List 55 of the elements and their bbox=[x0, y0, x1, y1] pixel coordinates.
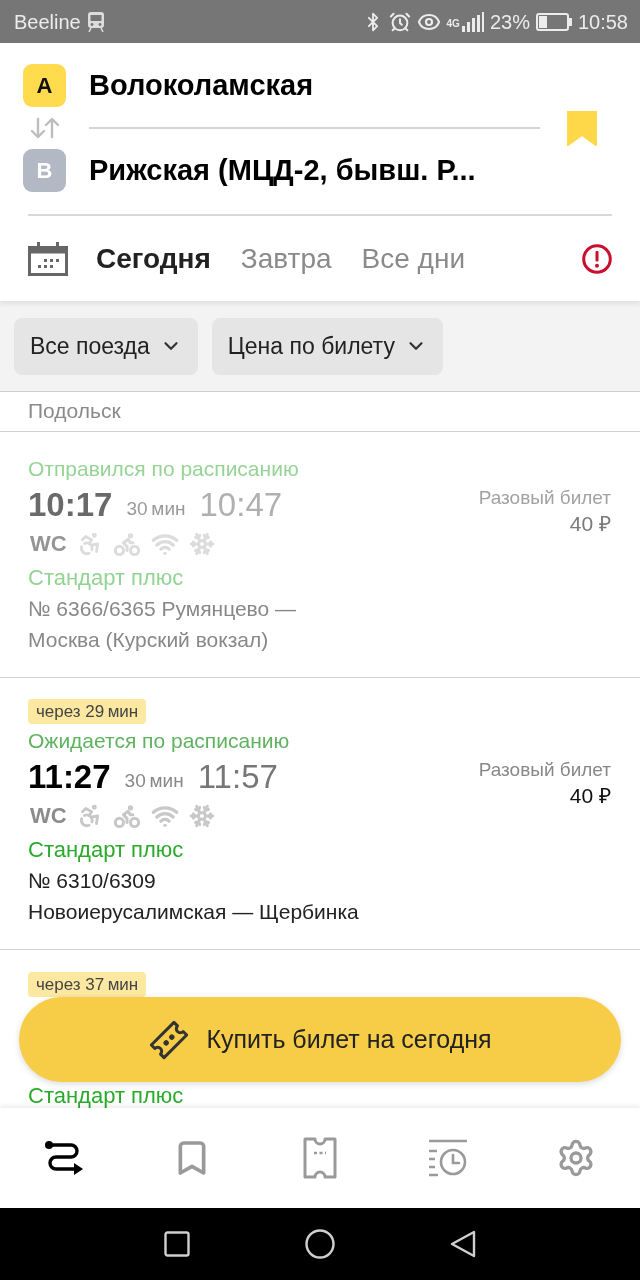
bicycle-icon bbox=[112, 530, 141, 558]
ticket-icon bbox=[148, 1018, 191, 1061]
snowflake-icon bbox=[188, 803, 215, 829]
wc-sign: WC bbox=[30, 803, 67, 829]
date-tab[interactable]: Сегодня bbox=[96, 240, 211, 277]
stop-badge: A bbox=[23, 64, 66, 107]
ticket-type: Разовый билет bbox=[478, 758, 611, 782]
trip-duration: 30 мин bbox=[124, 769, 184, 793]
train-status: Отправился по расписанию bbox=[28, 456, 299, 482]
departure-station-field[interactable]: Волоколамская bbox=[89, 64, 314, 107]
train-description: № 6310/6309 Новоиерусалимская — Щербинка bbox=[28, 868, 359, 925]
clock-time: 10:58 bbox=[577, 9, 628, 34]
arrival-time: 11:57 bbox=[197, 757, 278, 797]
train-status: Ожидается по расписанию bbox=[28, 728, 290, 754]
route-icon bbox=[44, 1140, 84, 1176]
wc-sign: WC bbox=[30, 531, 67, 557]
filter-dropdown[interactable]: Цена по билету bbox=[211, 317, 443, 375]
history-icon bbox=[428, 1139, 468, 1177]
back-button[interactable] bbox=[448, 1229, 478, 1259]
arrival-station-field[interactable]: Рижская (МЦД-2, бывш. Р... bbox=[89, 149, 476, 192]
buy-ticket-button[interactable]: Купить билет на сегодня bbox=[19, 997, 621, 1082]
train-class: Стандарт плюс bbox=[28, 836, 184, 864]
bicycle-icon bbox=[112, 802, 141, 830]
train-icon bbox=[86, 10, 105, 33]
departure-time: 11:27 bbox=[28, 757, 111, 797]
back-icon bbox=[450, 1230, 476, 1258]
departure-time: 10:17 bbox=[28, 485, 113, 525]
carrier-name: Beeline bbox=[14, 9, 81, 34]
circle-icon bbox=[305, 1229, 335, 1259]
alarm-icon bbox=[388, 10, 411, 33]
battery-icon bbox=[535, 12, 572, 31]
calendar-icon[interactable] bbox=[28, 241, 68, 276]
arrival-time: 10:47 bbox=[199, 485, 283, 525]
signal-icon bbox=[461, 11, 484, 32]
filter-dropdown[interactable]: Все поезда bbox=[14, 317, 198, 375]
snowflake-icon bbox=[188, 531, 215, 557]
train-class: Стандарт плюс bbox=[28, 1082, 184, 1108]
recent-apps-button[interactable] bbox=[162, 1229, 192, 1259]
trip-duration: 30 мин bbox=[126, 497, 186, 521]
network-label: 4G bbox=[446, 18, 460, 29]
ticket-price: 40 ₽ bbox=[569, 511, 611, 537]
stop-badge: B bbox=[23, 149, 66, 192]
countdown-badge: через 37 мин bbox=[28, 972, 147, 997]
alert-icon[interactable] bbox=[582, 243, 612, 274]
ticket-icon bbox=[303, 1137, 337, 1179]
home-button[interactable] bbox=[305, 1229, 335, 1259]
route-text: Подольск bbox=[28, 398, 121, 424]
countdown-badge: через 29 мин bbox=[28, 699, 147, 724]
battery-percent: 23% bbox=[489, 9, 530, 34]
ticket-price: 40 ₽ bbox=[569, 783, 611, 809]
train-description: № 6366/6365 Румянцево — Москва (Курский вокзал) bbox=[28, 596, 297, 653]
train-class: Стандарт плюс bbox=[28, 564, 184, 592]
ticket-type: Разовый билет bbox=[478, 486, 611, 510]
settings-icon bbox=[556, 1138, 596, 1178]
square-icon bbox=[164, 1231, 190, 1257]
